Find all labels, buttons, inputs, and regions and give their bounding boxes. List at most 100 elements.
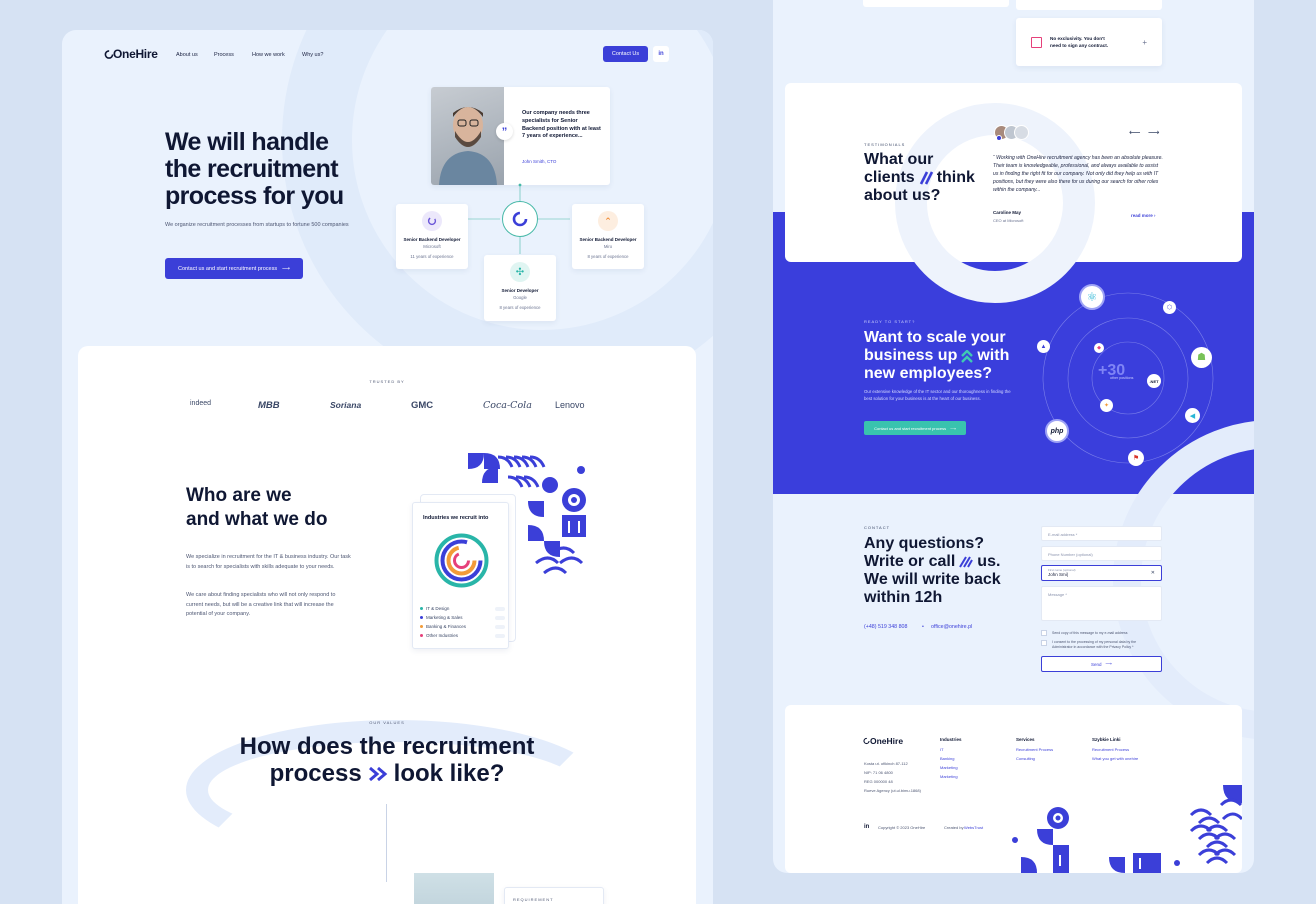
footer-link[interactable]: What you get with onehire: [1092, 754, 1138, 763]
testimonials-title-word: clients: [864, 169, 915, 186]
position-card[interactable]: Senior Backend Developer Microsoft 11 ye…: [396, 204, 468, 269]
footer-link[interactable]: Banking: [940, 754, 962, 763]
contact-title-word: Write or call: [864, 553, 956, 570]
arrow-right-icon[interactable]: ⟶: [1148, 128, 1159, 137]
nav-link-how[interactable]: How we work: [252, 52, 285, 58]
php-icon: php: [1045, 419, 1069, 443]
contact-title-word: us.: [977, 553, 1001, 570]
created-by-text: Created by: [944, 825, 964, 830]
faq-card-top: [1016, 0, 1162, 10]
scale-label: READY TO START?: [864, 319, 916, 324]
chevron-right-icon: ›: [1154, 213, 1156, 218]
linkedin-icon[interactable]: in: [653, 46, 669, 62]
contact-title-line: We will write back: [864, 571, 1001, 588]
industries-donut-chart: [434, 533, 489, 588]
logo[interactable]: OneHire: [104, 47, 158, 61]
who-paragraph: We care about finding specialists who wi…: [186, 592, 336, 617]
double-chevron-icon: [368, 766, 387, 781]
testimonials-title-line: What our: [864, 151, 934, 168]
testimonials-label: TESTIMONIALS: [864, 142, 906, 147]
send-button[interactable]: Send ⟶: [1041, 656, 1162, 672]
email-field[interactable]: E-mail address *: [1041, 526, 1162, 541]
industries-card: Industries we recruit into IT & Design M…: [412, 502, 509, 649]
android-icon: ☗: [1191, 347, 1212, 368]
read-more-link[interactable]: read more ›: [1131, 213, 1156, 218]
message-field[interactable]: Message *: [1041, 586, 1162, 621]
expand-plus-icon[interactable]: +: [1142, 38, 1147, 47]
legend-dot: [420, 607, 423, 610]
legend-item: Marketing & Sales: [420, 613, 505, 622]
hero-subtitle: We organize recruitment processes from s…: [165, 222, 349, 228]
logo-cocacola: Coca-Cola: [483, 400, 532, 411]
position-title: Senior Backend Developer: [403, 237, 461, 242]
testimonial-quote: “ Working with OneHire recruitment agenc…: [993, 155, 1163, 194]
phone-field[interactable]: Phone Number (optional): [1041, 546, 1162, 561]
footer-logo[interactable]: OneHire: [863, 736, 903, 746]
consent-checkbox[interactable]: [1041, 640, 1047, 646]
contact-label: CONTACT: [864, 525, 891, 530]
testimonials-title-word: think: [936, 169, 975, 186]
name-field[interactable]: First name (optional) John Smi| ✕: [1041, 565, 1162, 581]
logo-mark-icon: [512, 211, 528, 227]
who-title: Who are we and what we do: [186, 484, 327, 532]
footer-link[interactable]: Marketing: [940, 763, 962, 772]
trusted-label: TRUSTED BY: [369, 379, 405, 384]
nav-link-about[interactable]: About us: [176, 52, 198, 58]
requirement-card: REQUIREMENT: [504, 887, 604, 904]
aws-icon: ▲: [1037, 340, 1050, 353]
faq-item[interactable]: No exclusivity. You don't need to sign a…: [1016, 18, 1162, 66]
requirement-label: REQUIREMENT: [513, 897, 554, 902]
arrow-right-icon: ⟶: [950, 425, 956, 431]
copy-checkbox[interactable]: [1041, 630, 1047, 636]
active-badge: [996, 135, 1002, 141]
arrow-left-icon[interactable]: ⟵: [1129, 128, 1140, 137]
legend-label: Banking & Finances: [426, 624, 467, 629]
scale-cta-button[interactable]: Contact us and start recruitment process…: [864, 421, 966, 435]
double-chevron-up-icon: [961, 349, 974, 363]
avatar-group: [994, 125, 1036, 141]
hero-title-line: process for you: [165, 182, 344, 210]
contact-separator: •: [922, 624, 924, 630]
footer-link[interactable]: IT: [940, 745, 962, 754]
footer: OneHire Kosta ut. ofikinch 87-112 NIP: 7…: [785, 705, 1242, 873]
footer-link[interactable]: Recruitment Process: [1092, 745, 1138, 754]
position-card[interactable]: ✣ Senior Developer Google 8 years of exp…: [484, 255, 556, 321]
landing-page-preview-left: OneHire About us Process How we work Why…: [62, 30, 713, 904]
position-card[interactable]: ⌃ Senior Backend Developer Miro 8 years …: [572, 204, 644, 269]
scale-title-word: business up: [864, 347, 958, 364]
legend-bar: [495, 624, 505, 629]
creator-link[interactable]: WebsTrust: [964, 823, 983, 832]
scale-title-word: with: [977, 347, 1010, 364]
hero-cta-button[interactable]: Contact us and start recruitment process…: [165, 258, 303, 279]
address-line: REG 000000 48: [864, 779, 893, 784]
footer-col-title: Szybkie Linki: [1092, 737, 1121, 742]
consent-checkbox-label: I consent to the processing of my person…: [1052, 640, 1137, 649]
scale-title-line: business up with: [864, 347, 1009, 365]
legend-label: IT & Design: [426, 606, 450, 611]
scale-title-line: new employees?: [864, 365, 993, 382]
contact-phone[interactable]: (+48) 519 348 808: [864, 624, 907, 630]
contact-us-button[interactable]: Contact Us: [603, 46, 648, 62]
footer-link[interactable]: Marketing: [940, 772, 962, 781]
legend-label: Marketing & Sales: [426, 615, 463, 620]
testimonial-role: CEO at Microsoft: [993, 218, 1024, 223]
ruby-icon: ◆: [1094, 343, 1104, 353]
position-experience: 8 years of experience: [587, 254, 629, 259]
legend-dot: [420, 625, 423, 628]
legend-item: IT & Design: [420, 604, 505, 613]
logo-soriana: Soriana: [330, 400, 362, 410]
clear-icon[interactable]: ✕: [1151, 570, 1155, 576]
footer-link[interactable]: Consulting: [1016, 754, 1053, 763]
values-title-word: process: [269, 760, 362, 787]
footer-link[interactable]: Recruitment Process: [1016, 745, 1053, 754]
quote-card: ” Our company needs three specialists fo…: [431, 87, 610, 185]
nav-link-why[interactable]: Why us?: [302, 52, 323, 58]
nav-link-process[interactable]: Process: [214, 52, 234, 58]
position-title: Senior Developer: [501, 288, 539, 293]
footer-col-services: Services Recruitment Process Consulting: [1016, 737, 1053, 763]
flutter-icon: ◀: [1185, 408, 1200, 423]
legend-item: Banking & Finances: [420, 622, 505, 631]
linkedin-icon[interactable]: in: [864, 824, 869, 830]
firebase-icon: ✦: [1100, 399, 1113, 412]
contact-email[interactable]: office@onehire.pl: [931, 624, 972, 630]
